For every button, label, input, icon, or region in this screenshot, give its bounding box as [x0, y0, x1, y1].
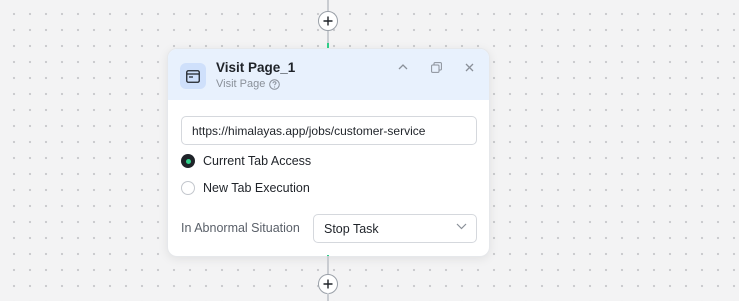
radio-current-tab[interactable]: Current Tab Access — [181, 154, 311, 168]
plus-icon — [323, 16, 333, 26]
visit-page-node[interactable]: Visit Page_1 Visit Page https://himalaya… — [167, 48, 490, 257]
url-input[interactable] — [181, 116, 477, 145]
abnormal-situation-label: In Abnormal Situation — [181, 221, 300, 235]
radio-button-unselected[interactable] — [181, 181, 195, 195]
collapse-button[interactable] — [395, 59, 411, 75]
radio-button-selected[interactable] — [181, 154, 195, 168]
add-step-button-bottom[interactable] — [318, 274, 338, 294]
chevron-up-icon — [398, 64, 408, 70]
radio-label-new-tab: New Tab Execution — [203, 181, 310, 195]
help-icon[interactable] — [269, 78, 281, 90]
close-icon — [465, 63, 473, 71]
node-title: Visit Page_1 — [216, 60, 296, 75]
browser-window-icon — [180, 63, 206, 89]
abnormal-action-select[interactable]: Stop Task — [313, 214, 477, 243]
radio-label-current-tab: Current Tab Access — [203, 154, 312, 168]
add-step-button-top[interactable] — [318, 11, 338, 31]
copy-icon — [430, 61, 442, 73]
duplicate-button[interactable] — [428, 59, 444, 75]
plus-icon — [323, 279, 333, 289]
node-subtitle: Visit Page — [216, 78, 281, 90]
node-header: Visit Page_1 Visit Page — [168, 49, 489, 100]
radio-new-tab[interactable]: New Tab Execution — [181, 181, 310, 195]
close-button[interactable] — [461, 59, 477, 75]
chevron-down-icon — [456, 223, 467, 230]
flow-connector-lower — [327, 256, 329, 274]
flow-connector-bottom — [327, 293, 329, 301]
node-type-label: Visit Page — [216, 78, 266, 90]
select-value: Stop Task — [324, 221, 379, 236]
